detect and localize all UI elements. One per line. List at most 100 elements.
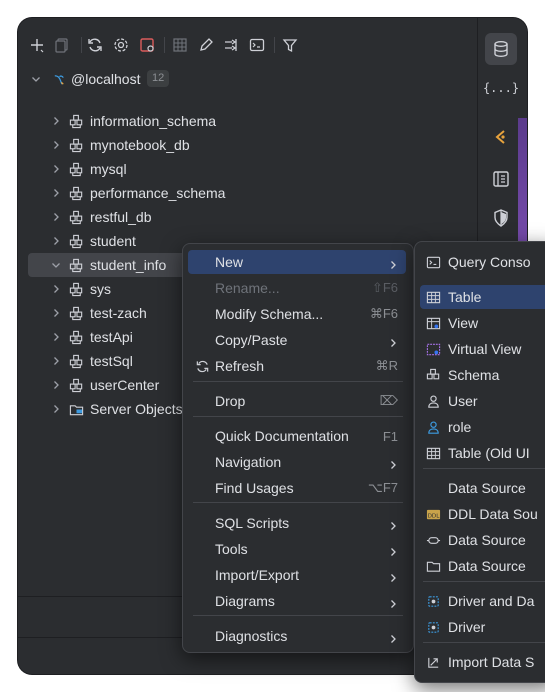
chevron-right-icon[interactable]: [50, 355, 62, 367]
submenu-item[interactable]: Virtual View: [420, 337, 545, 361]
tree-root-localhost[interactable]: @localhost 12: [18, 67, 477, 91]
ai-assistant-icon[interactable]: [485, 121, 517, 153]
menu-item-label: Copy/Paste: [215, 332, 288, 348]
menu-item-label: New: [215, 254, 244, 270]
tree-root-label: @localhost: [71, 71, 141, 87]
chevron-right-icon[interactable]: [50, 139, 62, 151]
tree-item[interactable]: mynotebook_db: [18, 133, 477, 157]
tree-item[interactable]: performance_schema: [18, 181, 477, 205]
submenu-item-label: View: [448, 315, 479, 331]
submenu-item-label: Driver: [448, 619, 486, 635]
submenu-item[interactable]: Data Source: [420, 528, 545, 552]
schema-icon: [68, 305, 84, 321]
table-icon: [425, 289, 441, 305]
tree-item-label: information_schema: [90, 113, 217, 129]
notebook-icon[interactable]: [485, 163, 517, 195]
menu-separator: [193, 416, 403, 417]
table-icon[interactable]: [170, 35, 190, 55]
folder-icon: [425, 558, 441, 574]
settings-icon[interactable]: [111, 35, 131, 55]
chevron-right-icon[interactable]: [50, 211, 62, 223]
stop-icon[interactable]: [137, 35, 157, 55]
jump-icon[interactable]: [221, 35, 241, 55]
submenu-item-label: Import Data S: [448, 654, 535, 670]
submenu-item[interactable]: role: [420, 415, 545, 439]
shield-icon[interactable]: [485, 202, 517, 234]
context-menu-item[interactable]: Navigation: [188, 450, 406, 474]
context-menu-item[interactable]: Tools: [188, 537, 406, 561]
context-menu-item[interactable]: SQL Scripts: [188, 511, 406, 535]
tree-item[interactable]: restful_db: [18, 205, 477, 229]
submenu-item-label: Table (Old UI: [448, 445, 530, 461]
duplicate-icon[interactable]: [52, 35, 72, 55]
chevron-right-icon[interactable]: [50, 235, 62, 247]
menu-item-label: Drop: [215, 393, 246, 409]
chevron-right-icon: [388, 596, 398, 608]
table-old-icon: [425, 445, 441, 461]
menu-item-label: SQL Scripts: [215, 515, 290, 531]
chevron-down-icon[interactable]: [30, 73, 42, 85]
tree-item[interactable]: information_schema: [18, 109, 477, 133]
chevron-right-icon[interactable]: [50, 163, 62, 175]
new-submenu: Query Conso Table View Virtual View Schema Us…: [414, 241, 545, 683]
role-icon: [425, 419, 441, 435]
menu-item-label: Navigation: [215, 454, 282, 470]
refresh-icon[interactable]: [85, 35, 105, 55]
chevron-right-icon[interactable]: [50, 307, 62, 319]
tree-item[interactable]: mysql: [18, 157, 477, 181]
tree-item-label: testApi: [90, 329, 133, 345]
context-menu-item[interactable]: Quick Documentation F1: [188, 424, 406, 448]
filter-icon[interactable]: [280, 35, 300, 55]
tree-item-label: testSql: [90, 353, 133, 369]
chevron-right-icon[interactable]: [50, 331, 62, 343]
submenu-item[interactable]: Table: [420, 285, 545, 309]
add-icon[interactable]: [27, 35, 47, 55]
shortcut-label: ⌘F6: [369, 306, 398, 321]
schema-icon: [68, 257, 84, 273]
context-menu-item[interactable]: Refresh ⌘R: [188, 354, 406, 378]
context-menu-item[interactable]: New: [188, 250, 406, 274]
context-menu-item[interactable]: Copy/Paste: [188, 328, 406, 352]
context-menu-item[interactable]: Drop ⌦: [188, 389, 406, 413]
context-menu-item[interactable]: Modify Schema... ⌘F6: [188, 302, 406, 326]
database-icon[interactable]: [485, 33, 517, 65]
submenu-item[interactable]: Driver and Da: [420, 589, 545, 613]
submenu-item[interactable]: Table (Old UI: [420, 441, 545, 465]
submenu-item[interactable]: Driver: [420, 615, 545, 639]
schema-icon: [68, 233, 84, 249]
submenu-item[interactable]: User: [420, 389, 545, 413]
menu-item-label: Rename...: [215, 280, 280, 296]
context-menu-item[interactable]: Import/Export: [188, 563, 406, 587]
chevron-right-icon[interactable]: [50, 379, 62, 391]
menu-separator: [423, 642, 545, 643]
context-menu: New Rename... ⇧F6 Modify Schema... ⌘F6 Copy/P…: [182, 243, 414, 653]
chevron-right-icon: [388, 570, 398, 582]
context-menu-item[interactable]: Find Usages ⌥F7: [188, 476, 406, 500]
submenu-item[interactable]: Query Conso: [420, 250, 545, 274]
submenu-item-label: Data Source: [448, 480, 526, 496]
context-menu-item[interactable]: Diagrams: [188, 589, 406, 613]
submenu-item[interactable]: Schema: [420, 363, 545, 387]
schema-icon: [68, 209, 84, 225]
chevron-right-icon[interactable]: [50, 403, 62, 415]
chevron-right-icon: [388, 631, 398, 643]
menu-separator: [423, 468, 545, 469]
tree-item-label: student: [90, 233, 136, 249]
import-icon: [425, 654, 441, 670]
chevron-right-icon[interactable]: [50, 115, 62, 127]
shortcut-label: ⌘R: [375, 358, 398, 373]
edit-icon[interactable]: [196, 35, 216, 55]
json-icon[interactable]: {...}: [483, 72, 519, 104]
chevron-right-icon[interactable]: [50, 187, 62, 199]
submenu-item[interactable]: View: [420, 311, 545, 335]
chevron-right-icon[interactable]: [50, 283, 62, 295]
chevron-down-icon[interactable]: [50, 259, 62, 271]
menu-item-label: Quick Documentation: [215, 428, 349, 444]
context-menu-item[interactable]: Diagnostics: [188, 624, 406, 648]
console-icon[interactable]: [247, 35, 267, 55]
submenu-item[interactable]: DDL DDL Data Sou: [420, 502, 545, 526]
submenu-item[interactable]: Data Source: [420, 476, 545, 500]
submenu-item[interactable]: Import Data S: [420, 650, 545, 674]
submenu-item[interactable]: Data Source: [420, 554, 545, 578]
submenu-item-label: Schema: [448, 367, 500, 383]
